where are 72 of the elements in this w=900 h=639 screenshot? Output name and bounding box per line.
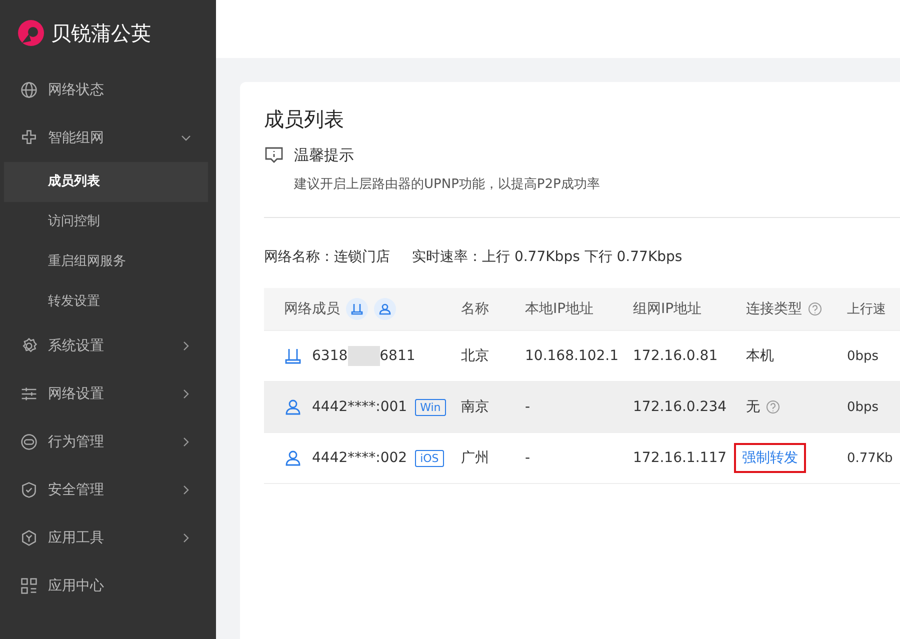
sidebar-item[interactable]: 应用工具 <box>0 514 216 562</box>
menu-label: 智能组网 <box>48 129 105 147</box>
grid-icon <box>20 577 38 595</box>
os-tag: iOS <box>415 450 444 466</box>
shield-icon <box>20 481 38 499</box>
member-id: 6318 <box>312 348 348 364</box>
sliders-icon <box>20 385 38 403</box>
connection-type: 本机 <box>746 347 774 365</box>
router-icon <box>284 347 302 365</box>
gear-icon <box>20 337 38 355</box>
user-filter-icon[interactable] <box>374 298 396 320</box>
table-cell-text: 0.77Kb <box>847 450 894 466</box>
member-id: 4442****:001 <box>312 399 408 415</box>
column-header: 组网IP地址 <box>633 300 702 318</box>
sidebar-item[interactable]: 智能组网 <box>0 114 216 162</box>
help-icon[interactable] <box>808 302 822 316</box>
column-header: 连接类型 <box>746 300 802 318</box>
hex-icon <box>20 529 38 547</box>
sidebar-item[interactable]: 行为管理 <box>0 418 216 466</box>
menu-label: 行为管理 <box>48 433 105 451</box>
menu-label: 系统设置 <box>48 337 105 355</box>
table-row[interactable]: 4442****:001 Win 南京 - 172.16.0.234 无 0bps <box>264 382 900 433</box>
user-icon <box>284 449 302 467</box>
table-cell-text: - <box>525 399 532 415</box>
table-cell-text: 0bps <box>847 348 880 364</box>
submenu-item[interactable]: 成员列表 <box>4 162 208 202</box>
column-header: 名称 <box>461 300 489 318</box>
sidebar-item[interactable]: 网络设置 <box>0 370 216 418</box>
menu-label: 安全管理 <box>48 481 105 499</box>
table-cell-text: 10.168.102.1 <box>525 348 620 364</box>
menu-label: 应用中心 <box>48 577 105 595</box>
logo-icon <box>17 19 45 47</box>
column-header: 上行速 <box>847 301 886 318</box>
menu-label: 网络状态 <box>48 81 105 99</box>
network-name-text: 网络名称：连锁门店 <box>264 248 390 266</box>
network-icon <box>20 129 38 147</box>
tip-title: 温馨提示 <box>294 146 354 164</box>
sidebar-item[interactable]: 应用中心 <box>0 562 216 610</box>
sidebar-item[interactable]: 系统设置 <box>0 322 216 370</box>
table-cell-text: 广州 <box>461 449 490 467</box>
table-cell-text: 172.16.0.81 <box>633 348 719 364</box>
force-relay-link[interactable]: 强制转发 <box>736 445 804 471</box>
sidebar-item[interactable]: 安全管理 <box>0 466 216 514</box>
connection-type: 无 <box>746 398 760 416</box>
table-cell-text: 172.16.0.234 <box>633 399 728 415</box>
redaction-block <box>348 346 380 366</box>
brand-name: 贝锐蒲公英 <box>51 20 151 46</box>
user-icon <box>284 398 302 416</box>
submenu-item[interactable]: 访问控制 <box>4 202 208 242</box>
member-id: 4442****:002 <box>312 450 408 466</box>
menu-label: 网络设置 <box>48 385 105 403</box>
table-cell-text: 南京 <box>461 398 490 416</box>
table-cell-text: - <box>525 450 532 466</box>
page-title: 成员列表 <box>264 106 345 133</box>
help-icon[interactable] <box>766 400 780 414</box>
toggle-icon <box>20 433 38 451</box>
member-id: 6811 <box>380 348 416 364</box>
submenu-item[interactable]: 重启组网服务 <box>4 242 208 282</box>
os-tag: Win <box>415 398 446 416</box>
router-filter-icon[interactable] <box>346 298 368 320</box>
globe-icon <box>20 81 38 99</box>
column-header: 本地IP地址 <box>525 300 594 318</box>
sidebar-item[interactable]: 网络状态 <box>0 66 216 114</box>
submenu-item[interactable]: 转发设置 <box>4 282 208 322</box>
message-icon <box>264 145 284 165</box>
speed-text: 实时速率：上行 0.77Kbps 下行 0.77Kbps <box>412 248 682 266</box>
table-cell-text: 0bps <box>847 400 880 414</box>
column-header: 网络成员 <box>284 300 340 318</box>
table-cell-text: 北京 <box>461 347 490 365</box>
table-cell-text: 172.16.1.117 <box>633 450 728 466</box>
menu-label: 应用工具 <box>48 529 105 547</box>
tip-text: 建议开启上层路由器的UPNP功能，以提高P2P成功率 <box>294 176 601 193</box>
